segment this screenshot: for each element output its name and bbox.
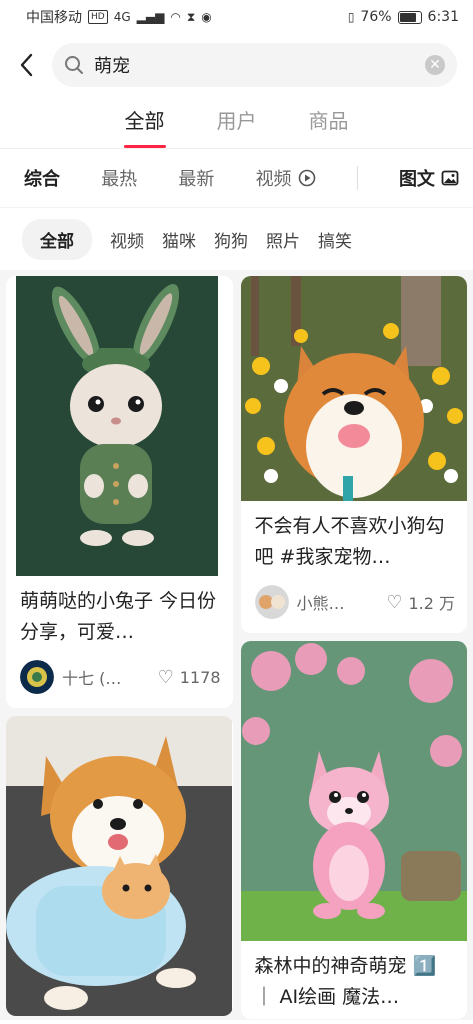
sort-divider: [356, 166, 358, 190]
author-name: 十七 (…: [62, 669, 122, 688]
filter-imagetext[interactable]: 图文: [399, 165, 459, 191]
note-card[interactable]: 萌萌哒的小兔子 今日份 分享，可爱… 十七 (… ♡ 1178: [6, 276, 233, 708]
like-button[interactable]: ♡ 1178: [158, 667, 221, 688]
results-feed: 萌萌哒的小兔子 今日份 分享，可爱… 十七 (… ♡ 1178 不会有人不喜欢小…: [0, 270, 473, 1020]
location-icon: ◉: [201, 10, 212, 24]
network-label: 4G: [113, 10, 131, 24]
chevron-left-icon: [20, 53, 33, 77]
note-meta: 十七 (… ♡ 1178: [6, 654, 233, 708]
sort-newest[interactable]: 最新: [178, 165, 214, 191]
pink-fox-illustration: [240, 641, 467, 941]
avatar: [254, 585, 289, 619]
chip-all[interactable]: 全部: [22, 218, 92, 260]
feed-column-left: 萌萌哒的小兔子 今日份 分享，可爱… 十七 (… ♡ 1178: [6, 276, 233, 1020]
tab-users[interactable]: 用户: [217, 105, 257, 140]
feed-column-right: 不会有人不喜欢小狗勾吧 #我家宠物… 小熊… ♡ 1.2 万 森林中的神奇萌宠 …: [240, 276, 468, 1020]
search-icon: [65, 56, 83, 74]
note-author[interactable]: 小熊…: [254, 585, 345, 619]
chip-dogs[interactable]: 狗狗: [214, 227, 248, 252]
note-card[interactable]: 森林中的神奇萌宠 1️⃣ ｜ AI绘画 魔法…: [240, 641, 468, 1019]
heart-icon: ♡: [157, 666, 174, 688]
tab-all[interactable]: 全部: [125, 105, 165, 140]
close-icon: ✕: [429, 57, 441, 73]
filter-video-label: 视频: [255, 169, 292, 190]
result-tabs: 全部 用户 商品: [0, 96, 473, 149]
avatar: [20, 660, 54, 694]
note-cover-image: [240, 276, 468, 501]
hd-icon: HD: [88, 10, 108, 24]
search-input[interactable]: 萌宠 ✕: [52, 43, 457, 87]
note-cover-image: [240, 641, 468, 941]
sort-hottest[interactable]: 最热: [101, 165, 137, 191]
category-chips: 全部 视频 猫咪 狗狗 照片 搞笑: [0, 208, 473, 270]
shiba-photo: [240, 276, 467, 501]
clock: 6:31: [427, 9, 459, 25]
corgi-cat-photo: [6, 716, 232, 1016]
hourglass-icon: ⧗: [186, 9, 196, 24]
status-bar: 中国移动 HD 4G ▂▄▆ ◠ ⧗ ◉ ▯ 76% 6:31: [0, 0, 473, 34]
heart-icon: ♡: [386, 591, 403, 613]
rabbit-illustration: [16, 276, 218, 576]
clear-search-button[interactable]: ✕: [425, 55, 445, 75]
note-title: 不会有人不喜欢小狗勾吧 #我家宠物…: [254, 515, 445, 568]
author-name: 小熊…: [296, 594, 345, 613]
battery-icon: [397, 10, 422, 24]
chip-cats[interactable]: 猫咪: [162, 227, 196, 252]
note-title: 萌萌哒的小兔子 今日份 分享，可爱…: [20, 590, 217, 643]
note-cover-image: [6, 716, 233, 1016]
filter-video[interactable]: 视频: [256, 165, 316, 191]
note-card[interactable]: 不会有人不喜欢小狗勾吧 #我家宠物… 小熊… ♡ 1.2 万: [240, 276, 468, 633]
note-card[interactable]: [6, 716, 233, 1016]
chip-video[interactable]: 视频: [110, 227, 144, 252]
tab-products[interactable]: 商品: [309, 105, 349, 140]
like-button[interactable]: ♡ 1.2 万: [386, 590, 455, 614]
battery-percent: 76%: [360, 9, 392, 25]
play-icon: [298, 169, 315, 187]
note-meta: 小熊… ♡ 1.2 万: [241, 579, 468, 633]
image-icon: [441, 170, 459, 186]
back-button[interactable]: [12, 51, 40, 79]
like-count: 1.2 万: [408, 594, 455, 613]
filter-imagetext-label: 图文: [398, 169, 435, 190]
like-count: 1178: [179, 667, 221, 687]
note-title: 森林中的神奇萌宠 1️⃣ ｜ AI绘画 魔法…: [254, 955, 437, 1008]
vibrate-icon: ▯: [347, 10, 355, 24]
chip-funny[interactable]: 搞笑: [318, 227, 352, 252]
sort-bar: 综合 最热 最新 视频 图文: [0, 149, 473, 208]
search-row: 萌宠 ✕: [0, 34, 473, 96]
chip-photos[interactable]: 照片: [266, 227, 300, 252]
sort-comprehensive[interactable]: 综合: [24, 165, 60, 191]
note-cover-image: [6, 276, 233, 576]
signal-icon: ▂▄▆: [136, 10, 165, 24]
wifi-icon: ◠: [170, 10, 181, 24]
search-query: 萌宠: [94, 56, 130, 77]
note-author[interactable]: 十七 (…: [20, 660, 121, 694]
carrier-label: 中国移动: [26, 10, 82, 26]
